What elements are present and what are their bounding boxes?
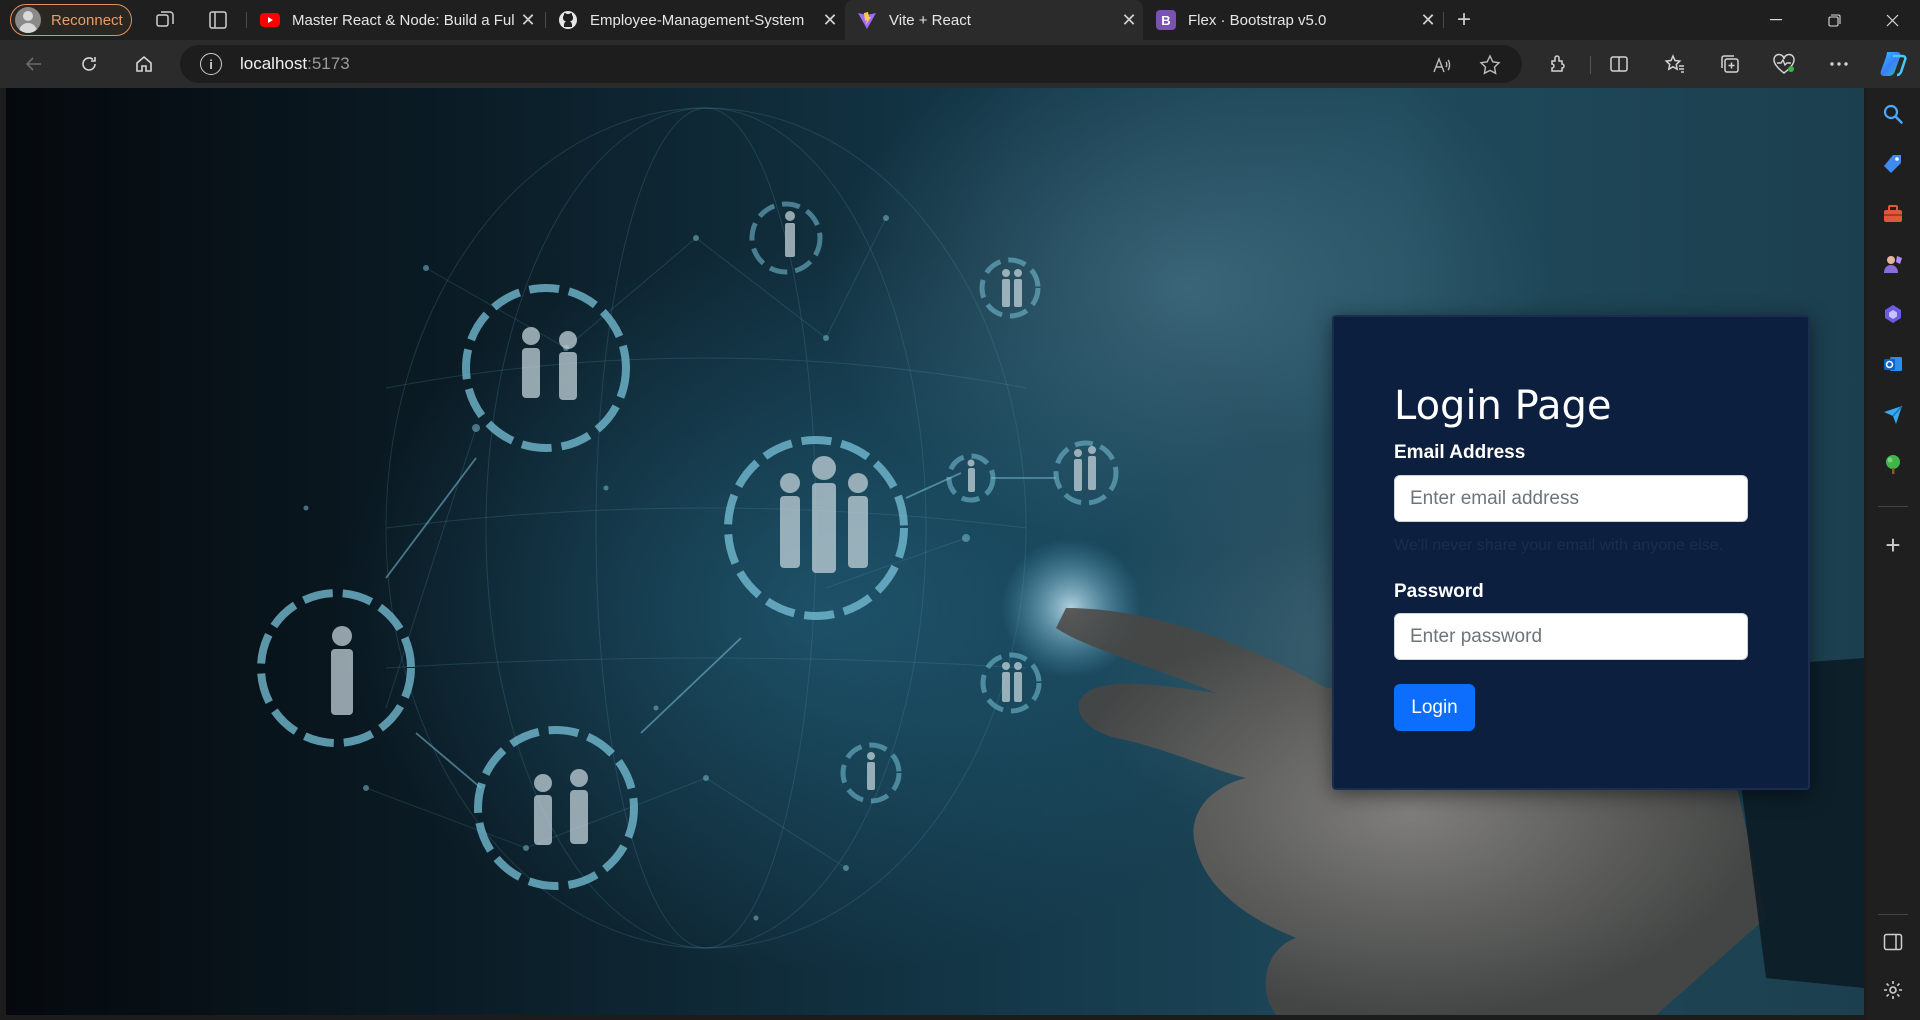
tab-title: Employee-Management-System: [590, 11, 805, 29]
tools-icon[interactable]: [1881, 202, 1905, 226]
tab-bootstrap[interactable]: B Flex · Bootstrap v5.0 ✕: [1144, 0, 1442, 40]
profile-label: Reconnect: [51, 11, 123, 29]
collections-icon[interactable]: [1717, 51, 1743, 77]
url-text: localhost:5173: [240, 54, 350, 74]
password-label: Password: [1394, 581, 1484, 602]
extensions-icon[interactable]: [1545, 51, 1571, 77]
bootstrap-icon: B: [1156, 10, 1176, 30]
svg-text:B: B: [1161, 13, 1170, 28]
close-tab-icon[interactable]: ✕: [1414, 10, 1442, 31]
url-bar[interactable]: i localhost:5173: [180, 45, 1522, 83]
add-sidebar-app-icon[interactable]: +: [1881, 530, 1905, 560]
new-tab-icon[interactable]: +: [1453, 8, 1475, 32]
login-button[interactable]: Login: [1394, 684, 1475, 731]
vite-icon: [857, 10, 877, 30]
tab-github[interactable]: Employee-Management-System ✕: [546, 0, 844, 40]
login-card: Login Page Email Address We'll never sha…: [1332, 315, 1810, 790]
page-viewport: Login Page Email Address We'll never sha…: [6, 88, 1864, 1015]
games-icon[interactable]: [1881, 252, 1905, 276]
send-icon[interactable]: [1881, 402, 1905, 426]
minimize-icon[interactable]: [1748, 0, 1804, 40]
page-title: Login Page: [1394, 383, 1612, 429]
close-tab-icon[interactable]: ✕: [514, 10, 542, 31]
settings-gear-icon[interactable]: [1881, 978, 1905, 1002]
refresh-icon[interactable]: [75, 50, 103, 78]
close-window-icon[interactable]: [1864, 0, 1920, 40]
tab-title: Vite + React: [889, 11, 971, 29]
password-field[interactable]: [1394, 613, 1748, 660]
email-label: Email Address: [1394, 442, 1526, 463]
profile-button[interactable]: Reconnect: [10, 4, 132, 36]
github-icon: [558, 10, 578, 30]
tab-title: Flex · Bootstrap v5.0: [1188, 11, 1327, 29]
sidebar-separator: [1878, 914, 1908, 915]
back-icon[interactable]: [20, 50, 48, 78]
url-port: :5173: [307, 54, 350, 73]
address-bar: i localhost:5173: [0, 40, 1920, 88]
shopping-tag-icon[interactable]: [1881, 152, 1905, 176]
search-icon[interactable]: [1881, 102, 1905, 126]
vertical-tabs-icon[interactable]: [207, 9, 229, 31]
restore-icon[interactable]: [1806, 0, 1862, 40]
outlook-icon[interactable]: [1881, 352, 1905, 376]
tab-separator: [1443, 12, 1444, 28]
tab-bar: Reconnect Master React & Node: Build a F…: [0, 0, 1920, 40]
close-tab-icon[interactable]: ✕: [816, 10, 844, 31]
home-icon[interactable]: [130, 50, 158, 78]
close-tab-icon[interactable]: ✕: [1115, 10, 1143, 31]
sidebar-separator: [1878, 506, 1908, 507]
youtube-icon: [260, 10, 280, 30]
email-help-text: We'll never share your email with anyone…: [1394, 537, 1724, 554]
tab-vite-react[interactable]: Vite + React ✕: [845, 0, 1143, 40]
copilot-icon[interactable]: [1878, 50, 1908, 78]
tree-icon[interactable]: [1881, 452, 1905, 476]
more-options-icon[interactable]: [1826, 51, 1852, 77]
favorite-star-icon[interactable]: [1478, 53, 1502, 77]
email-field[interactable]: [1394, 475, 1748, 522]
tab-separator: [246, 12, 247, 28]
copilot-m365-icon[interactable]: [1881, 302, 1905, 326]
hide-sidebar-icon[interactable]: [1881, 930, 1905, 954]
tab-youtube[interactable]: Master React & Node: Build a Ful ✕: [248, 0, 542, 40]
site-info-icon[interactable]: i: [200, 53, 222, 75]
edge-sidebar: +: [1866, 88, 1920, 1020]
browser-essentials-icon[interactable]: [1771, 51, 1797, 77]
split-screen-icon[interactable]: [1606, 51, 1632, 77]
toolbar-separator: [1590, 56, 1591, 74]
read-aloud-icon[interactable]: [1430, 53, 1454, 77]
workspaces-icon[interactable]: [154, 9, 176, 31]
url-host: localhost: [240, 54, 308, 73]
avatar: [15, 7, 41, 33]
favorites-icon[interactable]: [1662, 51, 1688, 77]
tab-title: Master React & Node: Build a Ful: [292, 11, 514, 29]
